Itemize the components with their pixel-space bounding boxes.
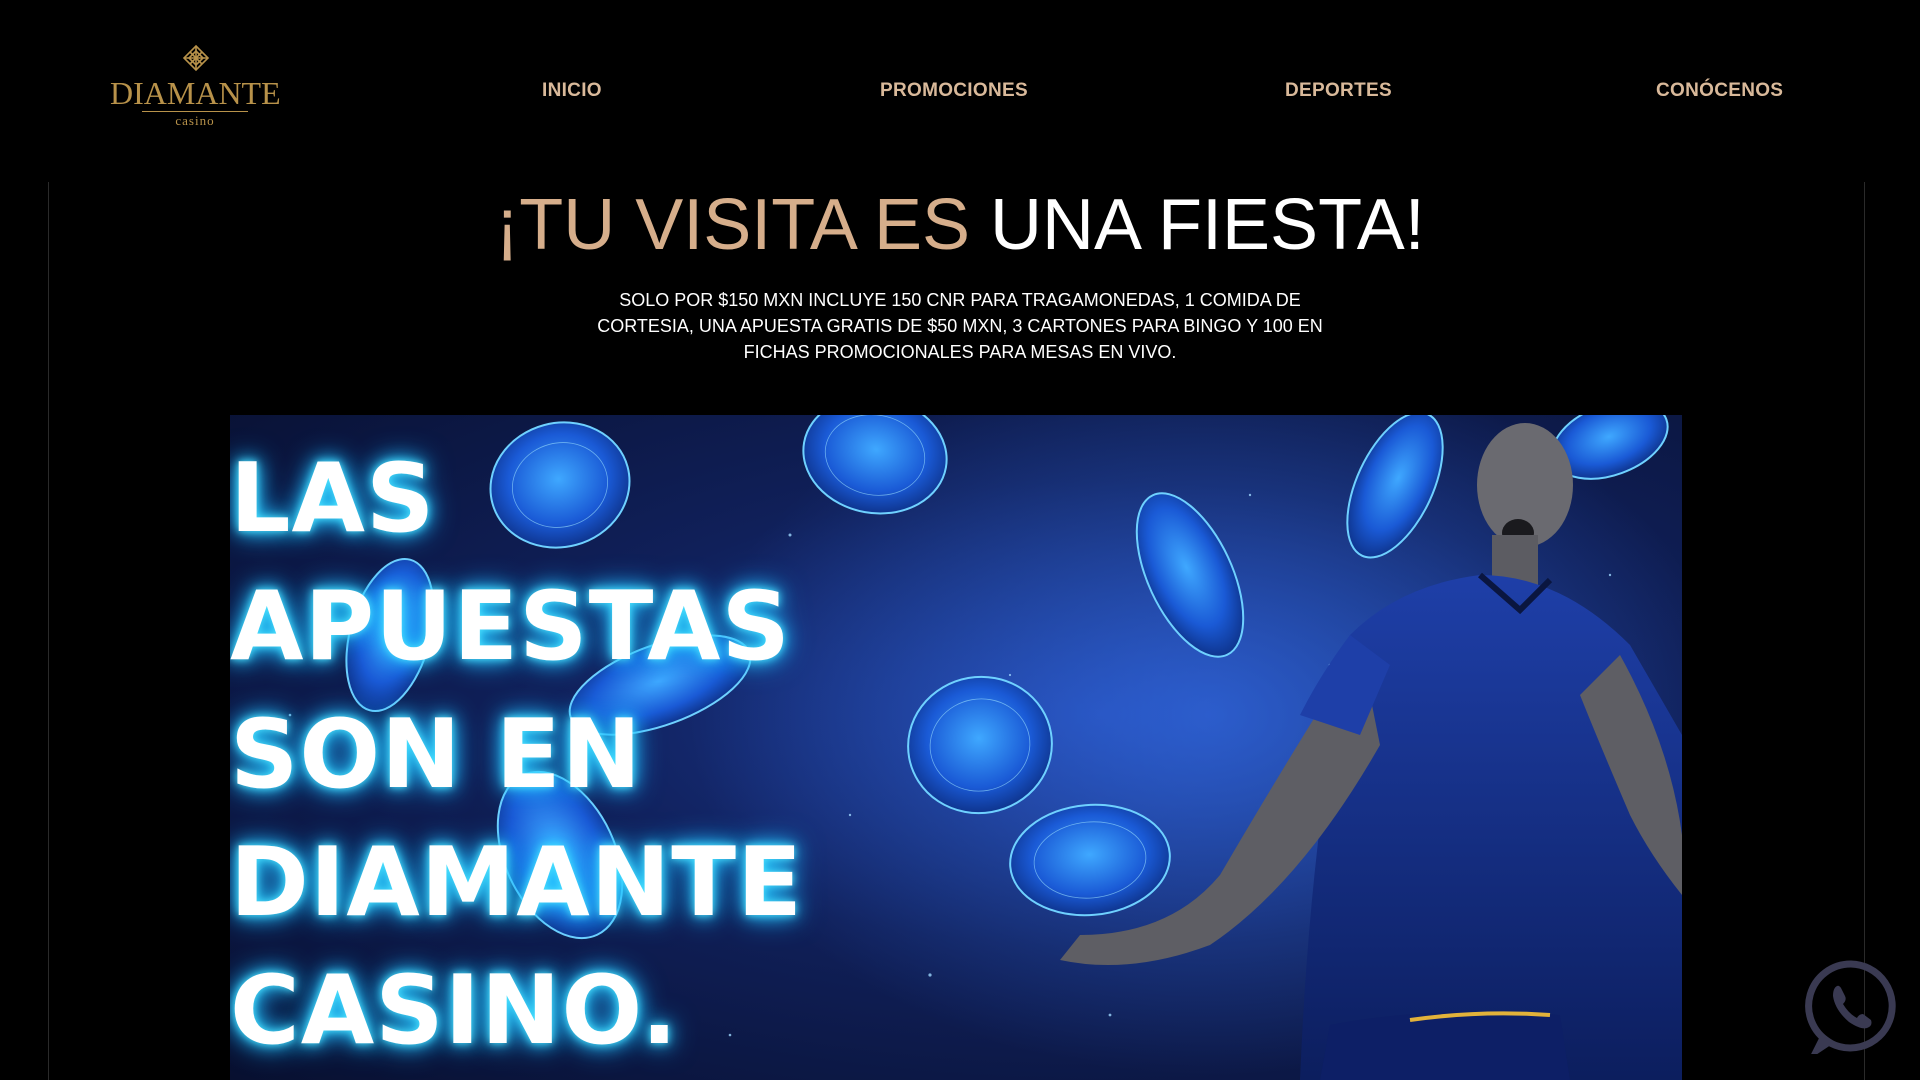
nav-deportes[interactable]: DEPORTES [1285,80,1392,102]
site-header: DIAMANTE casino INICIO PROMOCIONES DEPOR… [0,0,1920,182]
nav-promociones[interactable]: PROMOCIONES [880,80,1028,102]
frame-left-border [48,182,49,1080]
whatsapp-button[interactable] [1803,958,1899,1061]
banner-headline-line: DIAMANTE [230,828,803,938]
hero-title: ¡TU VISITA ES UNA FIESTA! [0,185,1920,265]
banner-headline-line: CASINO. [230,956,679,1066]
hero-title-white: UNA FIESTA! [990,185,1425,265]
banner-headline: LAS APUESTAS SON EN DIAMANTE CASINO. [230,435,803,1075]
whatsapp-icon [1805,960,1896,1061]
logo-subtitle: casino [175,113,215,128]
nav-inicio[interactable]: INICIO [542,80,602,102]
banner-headline-line: APUESTAS [230,572,791,682]
nav-conocenos[interactable]: CONÓCENOS [1656,80,1783,102]
hero-description: SOLO POR $150 MXN INCLUYE 150 CNR PARA T… [597,290,1323,362]
logo-link[interactable]: DIAMANTE casino [110,44,281,128]
frame-right-border [1864,182,1865,1080]
banner-headline-line: LAS [230,444,436,554]
logo-wordmark: DIAMANTE [110,75,281,111]
banner-headline-line: SON EN [230,700,643,810]
hero-title-gold: ¡TU VISITA ES [495,185,970,265]
page: DIAMANTE casino INICIO PROMOCIONES DEPOR… [0,0,1920,1080]
logo-divider [142,111,248,112]
promo-banner[interactable]: LAS APUESTAS SON EN DIAMANTE CASINO. [230,415,1682,1080]
